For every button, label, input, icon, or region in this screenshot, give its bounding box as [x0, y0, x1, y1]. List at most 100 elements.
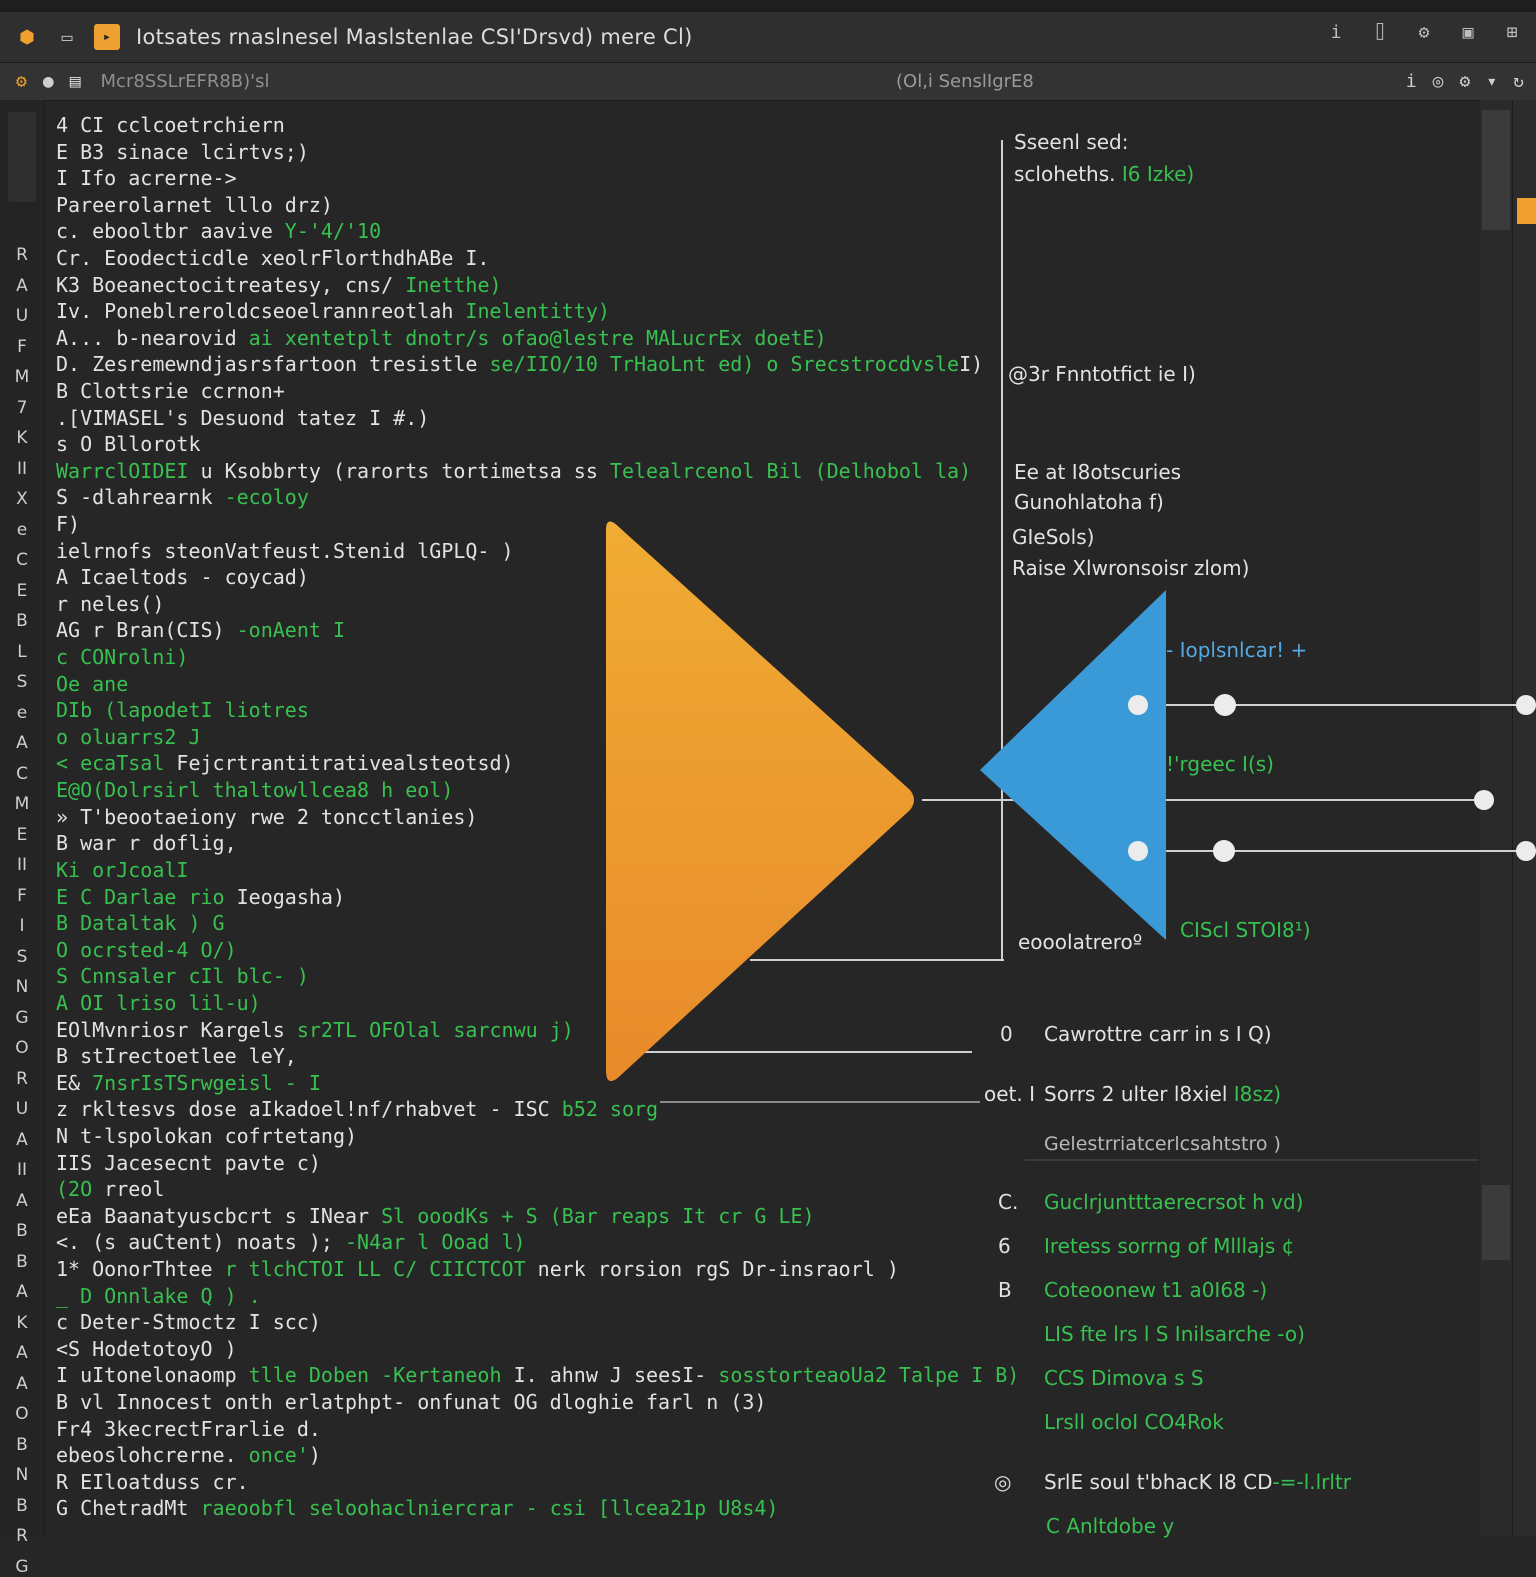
app-logo-icon[interactable]: ⬢ — [14, 24, 40, 50]
code-token: N t-lspolokan cofrtetang) — [56, 1123, 358, 1148]
line-gutter: R A U F M 7 K II Xe C E B L Se A C M E II F I S N G O R U A II A B B A K A… — [0, 100, 45, 1577]
code-token: K3 Boeanectocitreatesy, cns/ — [56, 272, 406, 297]
code-token: IIS Jacesecnt pavte c) — [56, 1150, 321, 1175]
list-item[interactable]: Coteoonew t1 a0I68 -) — [1044, 1278, 1267, 1302]
scrollbar-thumb-bottom[interactable] — [1482, 1185, 1510, 1260]
code-token: ebeoslohcrerne. — [56, 1443, 249, 1468]
share-icon[interactable]: ↻ — [1513, 71, 1524, 92]
gutter-marker: II — [16, 1160, 28, 1180]
code-line: z rkltesvs dose aIkadoel!nf/rhabvet - IS… — [56, 1098, 658, 1120]
code-token: Iv. Poneblreroldcseoelrannreotlah — [56, 299, 466, 324]
layout-icon[interactable]: ▣ — [1456, 22, 1480, 43]
gutter-marker: B — [16, 611, 28, 631]
code-token: c Deter-Stmoctz I scc) — [56, 1310, 321, 1335]
code-line: E& 7nsrIsTSrwgeisl - I — [56, 1072, 321, 1094]
code-line: AG r Bran(CIS) -onAent I — [56, 619, 345, 641]
diagram-mid-label: !'rgeec I(s) — [1166, 752, 1274, 776]
right-panel: Sseenl sed: scloheths. I6 Izke) @3r Fnnt… — [984, 100, 1480, 1538]
list-item[interactable]: Guclrjuntttaerecrsot h vd) — [1044, 1190, 1303, 1214]
gutter-marker: I — [19, 916, 25, 936]
code-token: Darlae rio — [104, 884, 237, 909]
gutter-marker: X — [16, 489, 28, 509]
code-token: raeoobfl seloohaclniercrar - csi [llcea2… — [200, 1496, 779, 1521]
code-line: _ D Onnlake Q ) . — [56, 1285, 261, 1307]
window-title: Iotsates rnaslnesel Maslstenlae CSI'Drsv… — [136, 25, 693, 49]
target-icon[interactable]: ◎ — [1433, 71, 1444, 92]
diagram-node-label-green: CIScl STOI8¹) — [1180, 918, 1311, 942]
folder-icon[interactable]: ▭ — [54, 24, 80, 50]
gutter-marker: G — [15, 1007, 29, 1028]
panel-block-1: Ee at I8otscuries — [1014, 460, 1182, 484]
sidebar-accent-tab[interactable] — [1517, 198, 1536, 224]
toolbar-center-label: (Ol,i SenslIgrE8 — [896, 71, 1034, 92]
list-item[interactable]: Lrsll ocloI CO4Rok — [1044, 1410, 1224, 1434]
gutter-marker: R — [16, 245, 28, 265]
code-line: » T'beootaeiony rwe 2 toncctlanies) — [56, 806, 477, 828]
grid-icon[interactable]: ⊞ — [1500, 22, 1524, 43]
code-line: (2O rreol — [56, 1178, 164, 1200]
code-line: IIS Jacesecnt pavte c) — [56, 1152, 321, 1174]
code-token: E B3 sinace lcirtvs;) — [56, 139, 309, 164]
code-token: E C — [56, 884, 105, 909]
build-icon[interactable]: ⚙ — [16, 71, 27, 92]
code-token: (2O — [56, 1177, 105, 1202]
file-badge-icon[interactable]: ▸ — [94, 24, 120, 50]
gutter-marker: M — [14, 367, 30, 387]
code-line: D. Zesremewndjasrsfartoon tresistle se/I… — [56, 353, 983, 375]
arrow-down-icon[interactable]: ▾ — [1486, 71, 1497, 92]
panel-header-2-green: I6 Izke) — [1121, 162, 1195, 186]
code-line: 1* OonorThtee r tlchCTOI LL C/ CIICTCOT … — [56, 1258, 899, 1280]
code-token: -N4ar l Ooad l) — [344, 1230, 526, 1255]
list-item[interactable]: LIS fte lrs l S Inilsarche -o) — [1044, 1322, 1305, 1346]
code-token: I. ahnw J seesI- — [501, 1363, 719, 1388]
code-token: _ D Onnlake Q ) . — [56, 1283, 261, 1308]
code-token: u Ksobbrty (rarorts tortimetsa ss — [200, 458, 610, 483]
panel-block-2: Gunohlatoha f) — [1014, 490, 1164, 514]
code-token: I uItonelonaomp — [56, 1363, 249, 1388]
bookmark-icon[interactable]: ⌷ — [1368, 22, 1392, 43]
gutter-marker: A — [16, 1282, 28, 1302]
code-editor[interactable]: 4 CI cclcoetrchiern E B3 sinace lcirtvs;)… — [44, 100, 1019, 1536]
code-line: B Dataltak ) G — [56, 912, 225, 934]
code-line: F) — [56, 513, 80, 535]
code-token: B war r doflig, — [56, 831, 237, 856]
info-icon[interactable]: i — [1324, 22, 1348, 43]
gutter-marker: A — [16, 733, 28, 753]
gutter-marker: G — [15, 1556, 29, 1577]
code-token: Pareerolarnet lllo drz) — [56, 192, 333, 217]
footer-icon: ◎ — [994, 1470, 1012, 1494]
info-icon[interactable]: i — [1406, 71, 1417, 92]
gear-icon[interactable]: ⚙ — [1459, 71, 1470, 92]
gutter-marker: C — [16, 763, 28, 784]
footer-text-green: -=-l.lrltr — [1272, 1470, 1352, 1494]
code-token: .[VIMASEL's Desuond tatez I #.) — [56, 405, 430, 430]
tool-bar: ⚙ ● ▤ Mcr8SSLrEFR8B)'sl (Ol,i SenslIgrE8… — [0, 63, 1536, 101]
code-token: AG r Bran(CIS) — [56, 618, 237, 643]
code-line: c CONrolni) — [56, 646, 188, 668]
gutter-marker: U — [15, 1099, 29, 1119]
code-token: once' — [248, 1443, 309, 1468]
gutter-marker: F — [17, 885, 27, 906]
gutter-marker: B — [16, 1495, 28, 1516]
code-line: I uItonelonaomp tlle Doben -Kertaneoh I.… — [56, 1364, 1019, 1386]
chat-icon[interactable]: ● — [43, 71, 54, 92]
terminal-icon[interactable]: ▤ — [70, 71, 81, 92]
vertical-scrollbar[interactable] — [1480, 100, 1512, 1536]
code-token: < ecaTsal — [56, 751, 177, 776]
code-token: eEa Baanatyuscbcrt s INear — [56, 1203, 382, 1228]
code-token: z rkltesvs dose aIkadoel!nf/rhabvet - IS… — [56, 1097, 562, 1122]
gutter-marker: A — [16, 1129, 28, 1150]
code-token: b52 sorg — [561, 1097, 659, 1122]
code-token: c CONrolni) — [56, 645, 189, 670]
settings-icon[interactable]: ⚙ — [1412, 22, 1436, 43]
code-line: eEa Baanatyuscbcrt s INear Sl ooodKs + S… — [56, 1205, 815, 1227]
gutter-marker: S — [16, 946, 28, 967]
scrollbar-thumb-top[interactable] — [1482, 110, 1510, 230]
list-mark: B — [998, 1278, 1012, 1302]
list-item[interactable]: CCS Dimova s S — [1044, 1366, 1204, 1390]
section-text-2: Sorrs 2 ulter l8xiel — [1044, 1082, 1234, 1106]
gutter-marker: O — [15, 1038, 29, 1058]
diagram-node-label: eooolatreroº — [1018, 930, 1143, 954]
code-token: Oe ane — [56, 671, 129, 696]
list-item[interactable]: Iretess sorrng of Mlllajs ¢ — [1044, 1234, 1294, 1258]
